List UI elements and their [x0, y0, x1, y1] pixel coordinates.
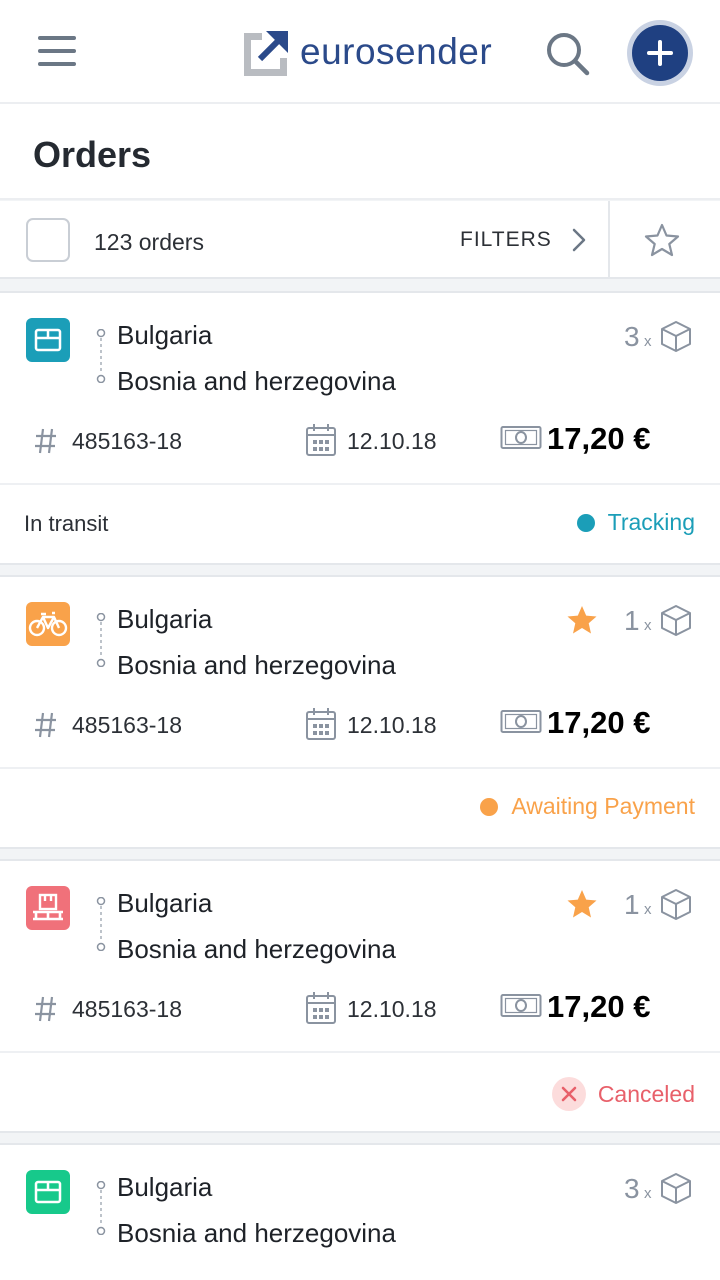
- origin-country: Bulgaria: [117, 888, 213, 918]
- order-number: 485163-18: [72, 428, 182, 454]
- add-order-button[interactable]: [632, 25, 688, 81]
- hash-icon: [35, 428, 56, 454]
- order-card[interactable]: Bulgaria Bosnia and herzegovina 1 x 4851…: [0, 575, 720, 849]
- shipment-state: In transit: [24, 511, 109, 536]
- status-dot: [480, 797, 499, 816]
- favorite-star-icon[interactable]: [565, 888, 599, 920]
- calendar-icon: [306, 424, 336, 456]
- status-label: Awaiting Payment: [511, 793, 695, 819]
- order-card[interactable]: Bulgaria Bosnia and herzegovina 1 x 4851…: [0, 859, 720, 1133]
- order-price: 17,20 €: [547, 421, 651, 456]
- destination-country: Bosnia and herzegovina: [117, 650, 396, 680]
- page-title: Orders: [33, 134, 152, 175]
- destination-country: Bosnia and herzegovina: [117, 366, 396, 396]
- package-box-icon: [661, 321, 691, 352]
- calendar-icon: [306, 708, 336, 740]
- box-service-icon: [26, 318, 70, 362]
- filters-button[interactable]: FILTERS: [460, 223, 586, 257]
- package-box-icon: [661, 889, 691, 920]
- logo-mark-icon: [244, 31, 288, 76]
- quantity-suffix: x: [644, 617, 652, 634]
- eurosender-logo[interactable]: eurosender: [242, 26, 492, 78]
- destination-country: Bosnia and herzegovina: [117, 934, 396, 964]
- filters-label: FILTERS: [460, 228, 552, 251]
- status-dot: [576, 513, 595, 532]
- origin-country: Bulgaria: [117, 1172, 213, 1202]
- search-icon[interactable]: [544, 30, 592, 78]
- bicycle-service-icon: [26, 602, 70, 646]
- order-card[interactable]: Bulgaria Bosnia and herzegovina 3 x 4851…: [0, 291, 720, 565]
- chevron-right-icon: [572, 228, 586, 252]
- favorite-star-icon[interactable]: [565, 604, 599, 636]
- calendar-icon: [306, 992, 336, 1024]
- toolbar-divider: [608, 201, 610, 279]
- order-card[interactable]: Bulgaria Bosnia and herzegovina 3 x: [0, 1143, 720, 1280]
- status-label: Tracking: [607, 509, 695, 535]
- money-bill-icon: [500, 710, 542, 733]
- quantity-suffix: x: [644, 1185, 652, 1202]
- status-label: Canceled: [597, 1080, 695, 1107]
- awaiting-payment-link[interactable]: Awaiting Payment: [480, 793, 695, 820]
- package-quantity: 1: [624, 605, 640, 636]
- box-service-icon: [26, 1170, 70, 1214]
- hash-icon: [35, 996, 56, 1022]
- order-price: 17,20 €: [547, 705, 651, 740]
- favorites-star-icon[interactable]: [643, 222, 681, 263]
- brand-name: eurosender: [300, 31, 493, 72]
- route-line-icon: [96, 613, 106, 667]
- money-bill-icon: [500, 426, 542, 449]
- orders-count: 123 orders: [94, 229, 204, 255]
- order-number: 485163-18: [72, 712, 182, 738]
- select-all-checkbox[interactable]: [26, 218, 70, 262]
- destination-country: Bosnia and herzegovina: [117, 1218, 396, 1248]
- quantity-suffix: x: [644, 901, 652, 918]
- package-quantity: 3: [624, 321, 640, 352]
- package-quantity: 3: [624, 1173, 640, 1204]
- money-bill-icon: [500, 994, 542, 1017]
- order-number: 485163-18: [72, 996, 182, 1022]
- package-quantity: 1: [624, 889, 640, 920]
- route-line-icon: [96, 1181, 106, 1235]
- tracking-link[interactable]: Tracking: [576, 509, 695, 536]
- pallet-service-icon: [26, 886, 70, 930]
- canceled-status[interactable]: Canceled: [551, 1077, 695, 1111]
- page-title-bar: Orders: [0, 104, 720, 200]
- hamburger-menu-icon[interactable]: [38, 36, 76, 70]
- order-date: 12.10.18: [347, 428, 437, 454]
- package-box-icon: [661, 1173, 691, 1204]
- route-line-icon: [96, 329, 106, 383]
- close-icon: [551, 1077, 586, 1111]
- app-header: eurosender: [0, 0, 720, 104]
- order-price: 17,20 €: [547, 989, 651, 1024]
- package-box-icon: [661, 605, 691, 636]
- plus-icon: [647, 40, 673, 66]
- origin-country: Bulgaria: [117, 320, 213, 350]
- route-line-icon: [96, 897, 106, 951]
- orders-toolbar: 123 orders FILTERS: [0, 201, 720, 279]
- origin-country: Bulgaria: [117, 604, 213, 634]
- quantity-suffix: x: [644, 333, 652, 350]
- hash-icon: [35, 712, 56, 738]
- order-date: 12.10.18: [347, 996, 437, 1022]
- order-date: 12.10.18: [347, 712, 437, 738]
